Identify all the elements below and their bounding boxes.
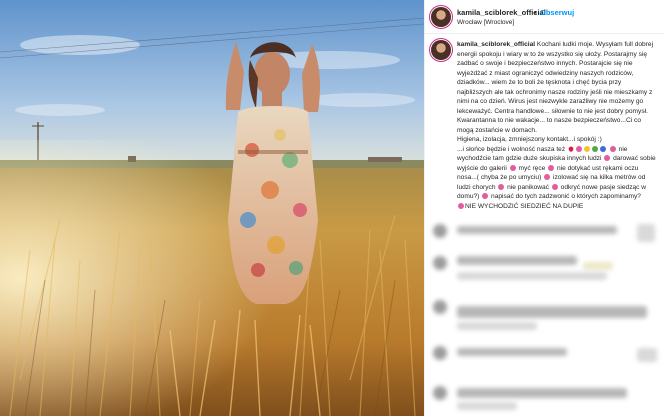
caption-text-fragment: napisać do tych zadzwonić o których zapo… [491, 193, 641, 200]
caption-text-fragment: myć ręce [518, 164, 546, 172]
flower-emoji-icon [544, 174, 551, 180]
flower-emoji-icon [551, 183, 558, 190]
caption-avatar-icon[interactable] [431, 40, 451, 60]
comment-like-icon [637, 224, 655, 242]
caption-line-4: NIE WYCHODZIĆ SIEDZIEĆ NA DUPIE [457, 202, 657, 212]
flower-emoji-icon [609, 145, 616, 152]
flower-emoji-icon [482, 193, 489, 199]
caption-text-fragment: nie panikować [507, 183, 549, 191]
comment-line [457, 226, 617, 234]
comment-line [457, 306, 647, 318]
post-photo[interactable] [0, 0, 424, 416]
comment-avatar [433, 224, 447, 238]
comment-avatar [433, 300, 447, 314]
comment-line [457, 272, 607, 280]
post-header: kamila_sciblorek_official • Obserwuj Wro… [425, 0, 664, 34]
comment-avatar [433, 386, 447, 400]
comment-line [457, 402, 517, 410]
post-side-panel: kamila_sciblorek_official • Obserwuj Wro… [424, 0, 664, 416]
flower-emoji-icon [498, 183, 505, 190]
caption-text-fragment: ...i słońce będzie i wolność nasza też [457, 145, 566, 153]
comment-line [457, 388, 627, 398]
flower-emoji-icon [604, 155, 611, 161]
follow-button[interactable]: Obserwuj [540, 8, 574, 17]
comment-avatar [433, 256, 447, 270]
comment-line [457, 348, 567, 356]
star-emoji-icon [583, 145, 590, 152]
caption-text: kamila_sciblorek_official Kochani ludki … [457, 40, 657, 211]
username-link[interactable]: kamila_sciblorek_official [457, 8, 546, 17]
caption-paragraph-1: kamila_sciblorek_official Kochani ludki … [457, 40, 657, 135]
caption-paragraph-3: ...i słońce będzie i wolność nasza też n… [457, 145, 657, 202]
flower-emoji-icon [548, 164, 555, 171]
profile-avatar-icon[interactable] [431, 7, 451, 27]
woman-figure [225, 42, 320, 304]
heart-emoji-icon [567, 145, 575, 152]
caption-username[interactable]: kamila_sciblorek_official [457, 41, 535, 48]
comment-like-icon [637, 348, 657, 362]
caption-line-1: Kochani ludki moje. Wysyłam full dobrej … [457, 41, 654, 134]
leaf-emoji-icon [591, 145, 598, 152]
wheat-field-image [0, 0, 424, 416]
flower-emoji-icon [575, 145, 582, 152]
separator-dot: • [534, 8, 537, 17]
comment-line [457, 322, 537, 330]
caption-line-2: Higiena, izolacja, zmniejszony kontakt..… [457, 136, 602, 143]
comment-line [583, 262, 613, 270]
flower-emoji-icon [509, 164, 516, 171]
caption-text-fragment: NIE WYCHODZIĆ SIEDZIEĆ NA DUPIE [465, 202, 584, 210]
drop-emoji-icon [599, 145, 606, 152]
comment-avatar [433, 346, 447, 360]
flower-emoji-icon [458, 202, 464, 209]
comment-line [457, 256, 577, 265]
location-link[interactable]: Wrocław [Wroclove] [457, 19, 514, 26]
